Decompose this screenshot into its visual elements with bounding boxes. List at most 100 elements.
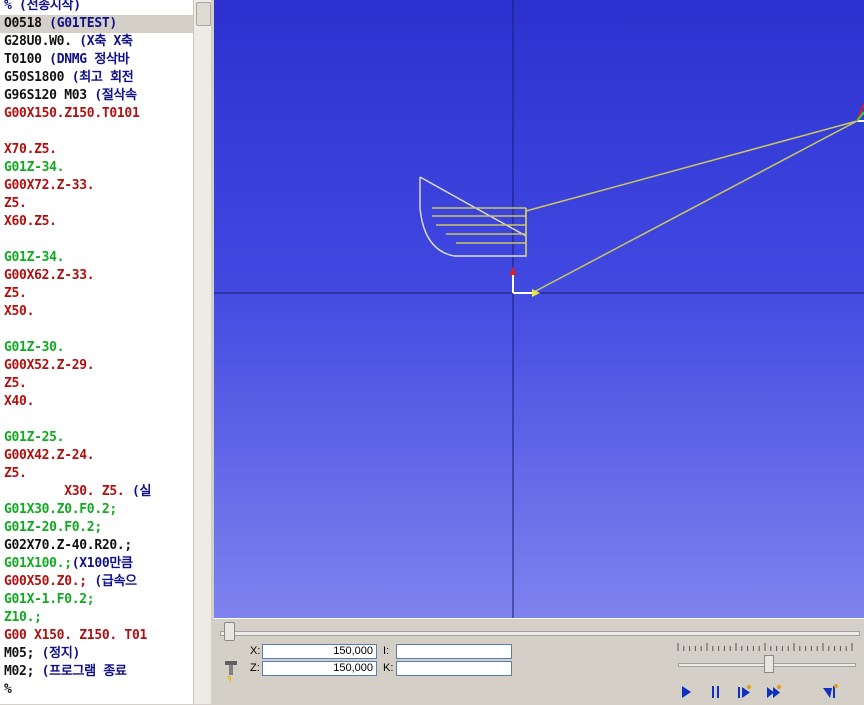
code-line[interactable]: G01X30.Z0.F0.2;: [0, 501, 193, 519]
tool-position-marker: [856, 103, 864, 122]
timeline-slider-track[interactable]: [220, 631, 860, 636]
speed-slider-thumb[interactable]: [764, 655, 774, 673]
code-line[interactable]: T0100 (DNMG 정삭바: [0, 51, 193, 69]
code-segment: Z10.;: [4, 610, 42, 625]
nc-code-list[interactable]: % (전송시작) O0518 (G01TEST) G28U0.W0. (X축 X축 T…: [0, 0, 193, 699]
code-line[interactable]: G00X52.Z-29.: [0, 357, 193, 375]
code-segment: X70.Z5.: [4, 142, 57, 157]
code-segment: G00X52.Z-29.: [4, 358, 95, 373]
x-coordinate-label: X:: [250, 645, 261, 657]
code-line[interactable]: [0, 411, 193, 429]
code-line[interactable]: X50.: [0, 303, 193, 321]
code-segment: (G01TEST): [49, 16, 117, 31]
code-line[interactable]: G01Z-34.: [0, 249, 193, 267]
play-icon[interactable]: [677, 683, 695, 701]
code-line[interactable]: G00X50.Z0.; (급속으: [0, 573, 193, 591]
code-segment: G00X150.Z150.T0101: [4, 106, 140, 121]
code-line[interactable]: %: [0, 681, 193, 699]
code-segment: X60.Z5.: [4, 214, 57, 229]
z-coordinate-label: Z:: [250, 662, 260, 674]
code-line[interactable]: Z5.: [0, 195, 193, 213]
code-segment: Z5.: [4, 466, 27, 481]
pause-icon[interactable]: [707, 683, 725, 701]
code-line[interactable]: G96S120 M03 (절삭속: [0, 87, 193, 105]
code-segment: (DNMG 정삭바: [49, 52, 130, 67]
scrollbar-thumb[interactable]: [196, 2, 211, 26]
code-segment: X40.: [4, 394, 35, 409]
control-bar: X: 150,000 I: Z: 150,000 K:: [214, 618, 864, 705]
code-segment: G00 X150. Z150. T01: [4, 628, 148, 643]
code-vertical-scrollbar[interactable]: [193, 0, 212, 704]
code-line[interactable]: X40.: [0, 393, 193, 411]
code-segment: X50.: [4, 304, 35, 319]
code-segment: G01X100.;: [4, 556, 72, 571]
code-segment: M02;: [4, 664, 42, 679]
step-icon[interactable]: [735, 683, 753, 701]
simulation-viewport[interactable]: [214, 0, 864, 618]
code-segment: T0100: [4, 52, 50, 67]
code-segment: G00X42.Z-24.: [4, 448, 95, 463]
code-line[interactable]: Z10.;: [0, 609, 193, 627]
code-line[interactable]: G00X42.Z-24.: [0, 447, 193, 465]
code-line[interactable]: G01X100.;(X100만큼: [0, 555, 193, 573]
code-segment: (정지): [41, 646, 81, 661]
toolpath-canvas: [214, 0, 864, 618]
code-line[interactable]: G00X62.Z-33.: [0, 267, 193, 285]
code-segment: (최고 회전: [71, 70, 134, 85]
timeline-slider-thumb[interactable]: [224, 622, 235, 641]
code-line[interactable]: Z5.: [0, 375, 193, 393]
code-line[interactable]: X30. Z5. (실: [0, 483, 193, 501]
code-segment: G01Z-34.: [4, 250, 65, 265]
code-line[interactable]: [0, 321, 193, 339]
code-line[interactable]: [0, 123, 193, 141]
code-segment: O0518: [4, 16, 50, 31]
code-segment: X30. Z5.: [4, 484, 132, 499]
code-segment: G00X62.Z-33.: [4, 268, 95, 283]
code-segment: (프로그램 종료: [41, 664, 127, 679]
code-line[interactable]: X60.Z5.: [0, 213, 193, 231]
code-line[interactable]: M05; (정지): [0, 645, 193, 663]
k-coordinate-label: K:: [383, 662, 394, 674]
code-segment: G28U0.W0.: [4, 34, 80, 49]
code-segment: G01Z-34.: [4, 160, 65, 175]
code-line[interactable]: G50S1800 (최고 회전: [0, 69, 193, 87]
tool-icon[interactable]: [224, 659, 240, 683]
code-line[interactable]: [0, 231, 193, 249]
code-line[interactable]: G00X72.Z-33.: [0, 177, 193, 195]
code-segment: G96S120 M03: [4, 88, 95, 103]
code-segment: G01X-1.F0.2;: [4, 592, 95, 607]
code-segment: G50S1800: [4, 70, 72, 85]
code-segment: (실: [131, 484, 152, 499]
i-coordinate-field[interactable]: [396, 644, 512, 659]
code-segment: M05;: [4, 646, 42, 661]
code-line[interactable]: M02; (프로그램 종료: [0, 663, 193, 681]
z-coordinate-field[interactable]: 150,000: [262, 661, 377, 676]
code-line[interactable]: G01Z-30.: [0, 339, 193, 357]
nc-code-panel[interactable]: % (전송시작) O0518 (G01TEST) G28U0.W0. (X축 X축 T…: [0, 0, 193, 704]
code-line[interactable]: O0518 (G01TEST): [0, 15, 193, 33]
code-segment: Z5.: [4, 376, 27, 391]
code-line[interactable]: X70.Z5.: [0, 141, 193, 159]
skip-to-end-icon[interactable]: [821, 683, 839, 701]
code-segment: G00X50.Z0.;: [4, 574, 95, 589]
code-line[interactable]: G01Z-25.: [0, 429, 193, 447]
code-line[interactable]: G01Z-20.F0.2;: [0, 519, 193, 537]
code-line[interactable]: G01X-1.F0.2;: [0, 591, 193, 609]
k-coordinate-field[interactable]: [396, 661, 512, 676]
code-line[interactable]: G01Z-34.: [0, 159, 193, 177]
code-line[interactable]: G00X150.Z150.T0101: [0, 105, 193, 123]
x-coordinate-field[interactable]: 150,000: [262, 644, 377, 659]
code-line[interactable]: Z5.: [0, 465, 193, 483]
code-segment: % (전송시작): [4, 0, 81, 13]
code-segment: %: [4, 682, 12, 697]
code-segment: G00X72.Z-33.: [4, 178, 95, 193]
toolpath-lines: [432, 120, 858, 294]
code-segment: G02X70.Z-40.R20.;: [4, 538, 132, 553]
code-line[interactable]: G02X70.Z-40.R20.;: [0, 537, 193, 555]
code-line[interactable]: % (전송시작): [0, 0, 193, 15]
code-line[interactable]: Z5.: [0, 285, 193, 303]
code-line[interactable]: G00 X150. Z150. T01: [0, 627, 193, 645]
code-line[interactable]: G28U0.W0. (X축 X축: [0, 33, 193, 51]
code-segment: G01Z-30.: [4, 340, 65, 355]
fast-forward-icon[interactable]: [765, 683, 783, 701]
